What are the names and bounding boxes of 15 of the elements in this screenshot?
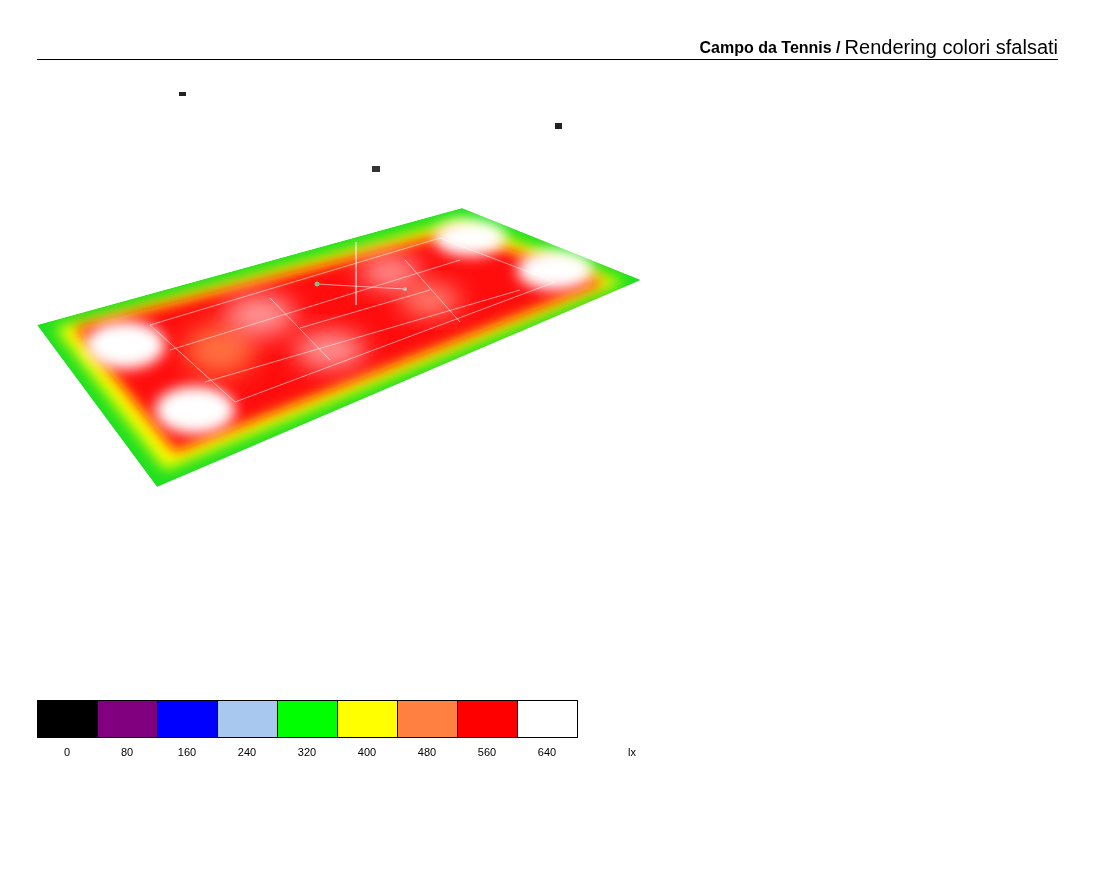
legend-value: 80	[120, 745, 134, 759]
unit-label: lx	[628, 745, 636, 759]
legend-value: 0	[63, 745, 71, 759]
legend-value: 160	[177, 745, 197, 759]
legend-value: 480	[417, 745, 437, 759]
legend-value: 400	[357, 745, 377, 759]
luminaire-icon	[555, 123, 562, 129]
luminaire-icon	[372, 166, 380, 172]
luminaire-icon	[179, 92, 186, 96]
page-title: Rendering colori sfalsati	[844, 36, 1058, 58]
legend-value: 320	[297, 745, 317, 759]
legend-value: 560	[477, 745, 497, 759]
legend-value: 640	[537, 745, 557, 759]
project-name: Campo da Tennis /	[699, 38, 841, 58]
legend-value: 240	[237, 745, 257, 759]
